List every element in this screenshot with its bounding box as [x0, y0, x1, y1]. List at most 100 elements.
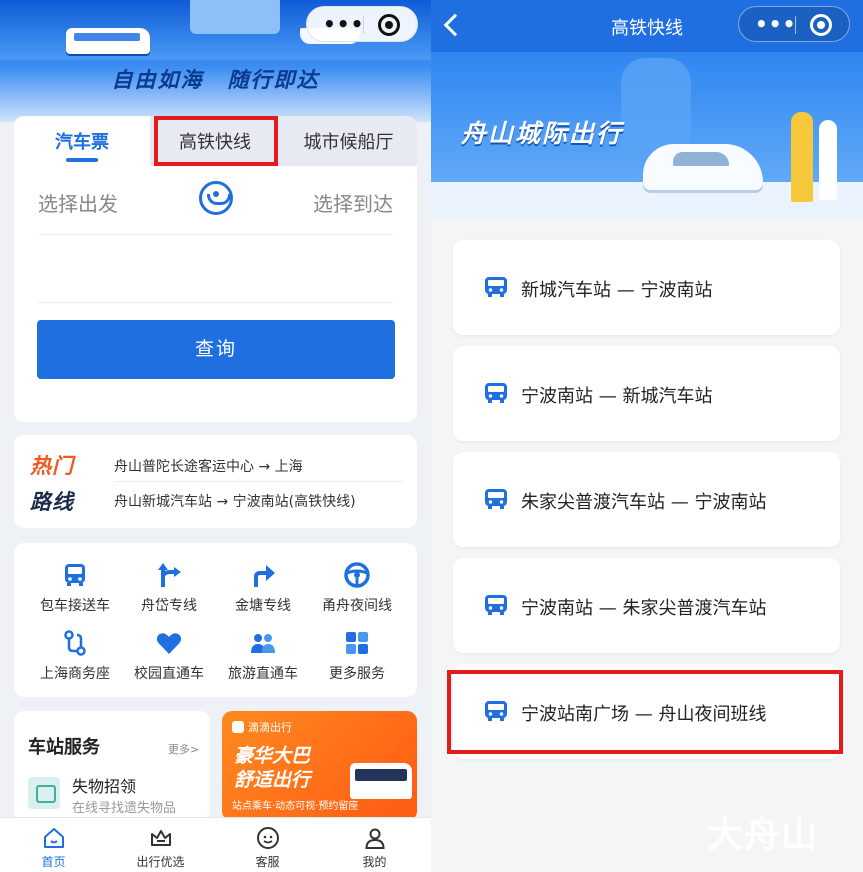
service-tourist-shuttle[interactable]: 旅游直通车 — [216, 629, 310, 683]
divider — [114, 481, 404, 482]
service-face-icon — [256, 827, 279, 849]
service-label: 金塘专线 — [235, 598, 291, 614]
group-icon — [251, 634, 275, 653]
tab-bus-ticket[interactable]: 汽车票 — [14, 116, 150, 166]
nav-home[interactable]: 首页 — [0, 818, 107, 872]
close-miniapp-icon[interactable] — [378, 14, 400, 36]
watermark: 大舟山 — [707, 815, 819, 856]
divider — [38, 302, 393, 303]
service-shanghai-business-seat[interactable]: 上海商务座 — [28, 629, 122, 683]
arrival-picker[interactable]: 选择到达 — [313, 188, 393, 217]
user-icon — [364, 828, 385, 849]
station-services-title: 车站服务 — [28, 737, 100, 758]
slogan-part-1: 自由如海 — [111, 68, 204, 92]
screenshot-composite: 自由如海 随行即达 ••• 汽车票 高铁快线 城市候船厅 选择出发 选择到达 查… — [0, 0, 863, 872]
banner-bus-illustration — [66, 28, 150, 54]
service-label: 甬舟夜间线 — [322, 598, 392, 614]
ad-title-line-1: 豪华大巴 — [234, 745, 311, 767]
banner-person — [791, 112, 813, 202]
heart-icon — [156, 633, 182, 654]
banner-slogan: 自由如海 随行即达 — [0, 64, 431, 94]
route-name: 宁波南站 — 新城汽车站 — [521, 386, 713, 407]
highlight-box-route — [447, 670, 843, 754]
route-name: 朱家尖普渡汽车站 — 宁波南站 — [521, 492, 767, 513]
nav-profile[interactable]: 我的 — [321, 818, 428, 872]
swap-stations-icon[interactable] — [199, 181, 233, 215]
banner-car-illustration — [643, 144, 763, 190]
service-label: 上海商务座 — [40, 666, 110, 682]
miniapp-capsule: ••• — [738, 6, 850, 42]
highlight-box-tab — [154, 116, 278, 166]
nav-travel-picks[interactable]: 出行优选 — [107, 818, 214, 872]
nav-customer-service[interactable]: 客服 — [214, 818, 321, 872]
ad-bus-illustration — [350, 763, 412, 799]
service-label: 更多服务 — [329, 666, 385, 682]
capsule-separator — [795, 16, 796, 34]
service-label: 旅游直通车 — [228, 666, 298, 682]
hot-routes-card: 热门 路线 舟山普陀长途客运中心 → 上海 舟山新城汽车站 → 宁波南站(高铁快… — [14, 435, 417, 528]
intercity-banner: 舟山城际出行 — [431, 52, 863, 218]
ad-tagline: 站点乘车·动态可视·预约留座 — [232, 801, 359, 812]
nav-home-label: 首页 — [41, 855, 66, 869]
service-campus-shuttle[interactable]: 校园直通车 — [122, 629, 216, 683]
tab-city-ferry-hall-label: 城市候船厅 — [303, 132, 394, 153]
crown-icon — [150, 830, 171, 846]
divider — [38, 234, 393, 235]
more-icon[interactable]: ••• — [755, 13, 796, 35]
lost-found-title[interactable]: 失物招领 — [72, 773, 136, 797]
service-more[interactable]: 更多服务 — [310, 629, 404, 683]
grid-icon — [346, 632, 368, 654]
banner-person — [819, 120, 837, 200]
slogan-part-2: 随行即达 — [227, 68, 320, 92]
nav-travel-picks-label: 出行优选 — [136, 855, 185, 869]
service-jintang-line[interactable]: 金塘专线 — [216, 561, 310, 615]
bus-icon — [485, 277, 507, 297]
bus-icon — [485, 489, 507, 509]
tab-bus-ticket-label: 汽车票 — [55, 132, 109, 153]
home-icon — [43, 828, 64, 848]
bottom-nav: 首页 出行优选 客服 我的 — [0, 817, 431, 872]
miniapp-capsule: ••• — [306, 6, 418, 42]
query-button[interactable]: 查询 — [37, 320, 395, 379]
bus-icon — [485, 595, 507, 615]
home-banner: 自由如海 随行即达 ••• — [0, 0, 431, 122]
route-icon — [64, 630, 86, 656]
hot-label: 热门 — [30, 454, 74, 478]
close-miniapp-icon[interactable] — [810, 14, 832, 36]
route-name: 宁波南站 — 朱家尖普渡汽车站 — [521, 598, 767, 619]
banner-building — [190, 0, 280, 34]
station-services-card: 车站服务 更多> 失物招领 在线寻找遗失物品 — [14, 711, 210, 821]
page-header: 高铁快线 ••• — [431, 0, 863, 52]
nav-customer-service-label: 客服 — [255, 855, 280, 869]
lost-found-subtitle: 在线寻找遗失物品 — [72, 801, 177, 816]
service-label: 舟岱专线 — [141, 598, 197, 614]
lost-found-icon — [28, 777, 60, 809]
routes-label: 路线 — [30, 490, 74, 514]
bus-icon — [65, 564, 85, 586]
route-name: 新城汽车站 — 宁波南站 — [521, 280, 713, 301]
ad-title-line-2: 舒适出行 — [234, 769, 311, 791]
route-card[interactable]: 宁波南站 — 朱家尖普渡汽车站 — [453, 558, 840, 653]
service-label: 校园直通车 — [134, 666, 204, 682]
service-yongzhou-night-line[interactable]: 甬舟夜间线 — [310, 561, 404, 615]
hot-route-item[interactable]: 舟山普陀长途客运中心 → 上海 — [114, 456, 303, 476]
route-card[interactable]: 新城汽车站 — 宁波南站 — [453, 240, 840, 335]
tab-city-ferry-hall[interactable]: 城市候船厅 — [280, 116, 417, 166]
nav-profile-label: 我的 — [362, 855, 387, 869]
service-zhoudai-line[interactable]: 舟岱专线 — [122, 561, 216, 615]
turn-arrow-icon — [254, 565, 275, 587]
service-label: 包车接送车 — [40, 598, 110, 614]
ad-brand: 滴滴出行 — [232, 719, 292, 735]
hot-route-item[interactable]: 舟山新城汽车站 → 宁波南站(高铁快线) — [114, 491, 356, 511]
route-card[interactable]: 宁波南站 — 新城汽车站 — [453, 346, 840, 441]
fork-arrow-icon — [158, 563, 181, 587]
promo-ad-card[interactable]: 滴滴出行 豪华大巴 舒适出行 站点乘车·动态可视·预约留座 — [222, 711, 417, 821]
bus-icon — [485, 383, 507, 403]
service-charter-shuttle[interactable]: 包车接送车 — [28, 561, 122, 615]
banner-title: 舟山城际出行 — [461, 119, 624, 148]
tab-active-underline — [66, 158, 98, 162]
station-services-more-link[interactable]: 更多> — [168, 741, 199, 757]
departure-picker[interactable]: 选择出发 — [38, 188, 118, 217]
more-icon[interactable]: ••• — [323, 13, 364, 35]
route-card[interactable]: 朱家尖普渡汽车站 — 宁波南站 — [453, 452, 840, 547]
